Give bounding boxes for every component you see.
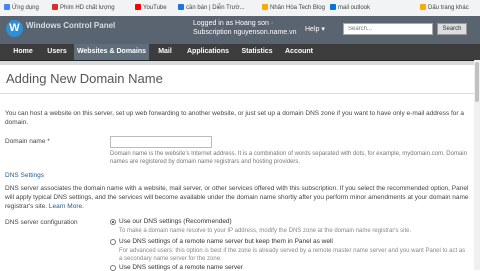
dns-option-remote-keep-label[interactable]: Use DNS settings of a remote name server… <box>119 238 333 245</box>
tab-home[interactable]: Home <box>6 44 40 60</box>
tab-statistics[interactable]: Statistics <box>237 44 277 60</box>
domain-name-input[interactable] <box>110 136 212 148</box>
login-info: Logged in as Hoang son · Subscription ng… <box>193 19 297 37</box>
title-divider <box>0 93 474 94</box>
dns-option-recommended-label[interactable]: Use our DNS settings (Recommended) <box>119 218 232 225</box>
bookmark-phim[interactable]: Phim HD chất lượng <box>52 4 115 11</box>
blog-icon <box>262 4 268 10</box>
intro-text: You can host a website on this server, s… <box>5 110 464 126</box>
help-menu[interactable]: Help ▾ <box>305 25 325 33</box>
dns-description: DNS server associates the domain name wi… <box>5 184 470 211</box>
logged-in-text[interactable]: Logged in as Hoang son · <box>193 19 297 28</box>
bookmark-can-ban[interactable]: cần bán | Diễn Trườ... <box>178 4 245 11</box>
dns-option-remote-keep-radio[interactable] <box>110 239 116 245</box>
logo-text: Windows Control Panel <box>26 21 116 30</box>
film-icon <box>52 4 58 10</box>
bookmark-other[interactable]: Dấu trang khác <box>420 4 469 11</box>
learn-more-link[interactable]: Learn More. <box>49 203 84 210</box>
bookmarks-bar: Ứng dụng Phim HD chất lượng YouTube cần … <box>0 0 480 17</box>
page-scrollbar-thumb[interactable] <box>475 62 479 102</box>
tab-users[interactable]: Users <box>42 44 72 60</box>
dns-settings-title: DNS Settings <box>5 172 45 179</box>
folder-icon <box>420 4 426 10</box>
tab-account[interactable]: Account <box>281 44 317 60</box>
bookmark-youtube[interactable]: YouTube <box>135 4 167 11</box>
panel-header: W Windows Control Panel Logged in as Hoa… <box>0 16 480 44</box>
dns-option-recommended-radio[interactable] <box>110 219 116 225</box>
subscription-text[interactable]: Subscription nguyenson.name.vn <box>193 28 297 37</box>
tab-mail[interactable]: Mail <box>152 44 178 60</box>
mail-icon <box>330 4 336 10</box>
search-button[interactable]: Search <box>437 23 467 35</box>
domain-name-label: Domain name * <box>5 138 50 145</box>
search-input[interactable] <box>343 23 433 35</box>
main-nav: Home Users Websites & Domains Mail Appli… <box>0 44 480 61</box>
youtube-icon <box>135 4 141 10</box>
page-title: Adding New Domain Name <box>6 71 163 86</box>
tab-websites-domains[interactable]: Websites & Domains <box>74 44 149 60</box>
domain-name-hint: Domain name is the website's Internet ad… <box>110 151 467 165</box>
dns-option-remote-radio[interactable] <box>110 265 116 271</box>
bookmark-nhan-hoa[interactable]: Nhân Hòa Tech Blog <box>262 4 325 11</box>
nav-stripe <box>0 61 480 65</box>
apps-icon <box>4 4 10 10</box>
bookmark-apps[interactable]: Ứng dụng <box>4 4 39 11</box>
facebook-icon <box>178 4 184 10</box>
bookmark-mail-outlook[interactable]: mail outlook <box>330 4 370 11</box>
tab-applications[interactable]: Applications <box>182 44 234 60</box>
dns-option-remote-keep-desc: For advanced users: this option is best … <box>119 248 466 262</box>
dns-config-label: DNS server configuration <box>5 219 78 226</box>
dns-option-recommended-desc: To make a domain name resolve to your IP… <box>119 228 412 234</box>
logo-icon: W <box>6 20 23 37</box>
